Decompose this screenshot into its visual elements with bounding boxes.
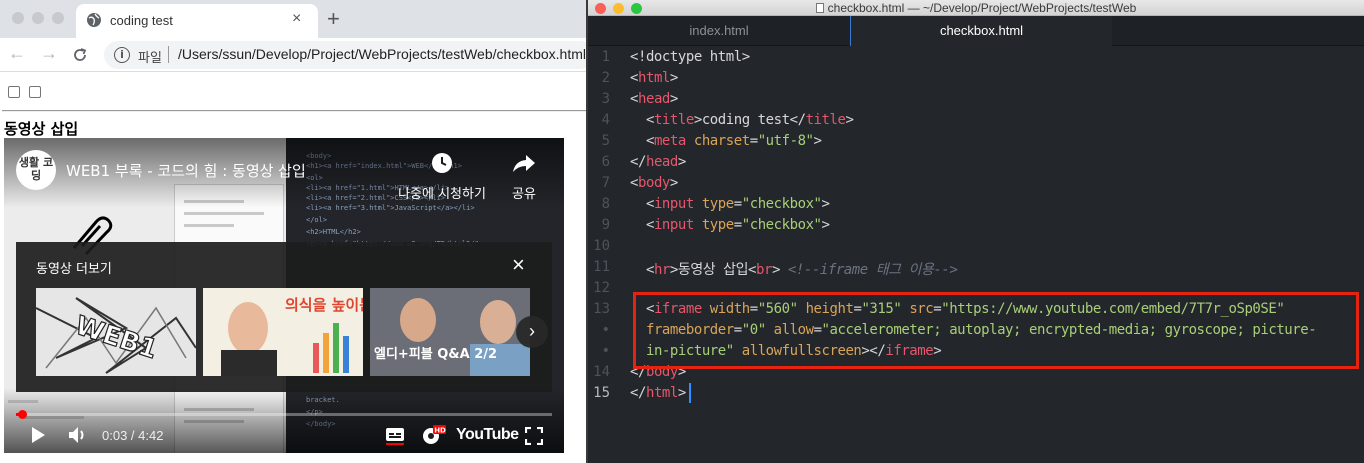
share-label: 공유 (512, 187, 536, 202)
video-title[interactable]: WEB1 부록 - 코드의 힘 : 동영상 삽입 (66, 160, 306, 181)
code-line-9: <input type="checkbox"> (630, 217, 830, 233)
page-heading: 동영상 삽입 (4, 120, 79, 138)
window-minimize-light[interactable] (32, 12, 44, 24)
settings-gear-icon[interactable]: HD (421, 424, 447, 446)
line-number: 5 (601, 133, 610, 149)
tab-close-icon[interactable]: × (292, 10, 301, 28)
url-scheme-label: 파일 (138, 50, 162, 65)
horizontal-rule (2, 110, 586, 112)
suggested-video-thumb-2[interactable]: 의식을 높이는법 (203, 288, 363, 376)
progress-scrubber[interactable] (17, 410, 27, 419)
line-number: 3 (601, 91, 610, 107)
code-line-11: <hr>동영상 삽입<br> <!--iframe 태그 이용--> (630, 262, 958, 278)
highlight-box-iframe (633, 292, 1359, 369)
code-editor-window: checkbox.html — ~/Develop/Project/WebPro… (588, 0, 1364, 463)
hd-badge: HD (434, 427, 446, 435)
line-number: 8 (601, 196, 610, 212)
code-line-1: <!doctype html> (630, 49, 750, 65)
suggested-video-thumb-1[interactable]: WEB1 (36, 288, 196, 376)
editor-title-bar: checkbox.html — ~/Develop/Project/WebPro… (588, 0, 1364, 16)
tab-title: coding test (110, 13, 173, 28)
watch-later-label: 나중에 시청하기 (398, 187, 486, 202)
checkbox-2[interactable] (29, 86, 41, 98)
code-area[interactable]: <!doctype html> <html> <head> <title>cod… (630, 46, 1364, 463)
clock-icon (432, 153, 452, 173)
share-button[interactable]: 공유 (504, 152, 544, 202)
back-button[interactable]: ← (8, 43, 26, 64)
suggested-video-thumb-3[interactable]: 엘디+피블 Q&A 2/2 (370, 288, 530, 376)
thumb-2-text: 의식을 높이는법 (285, 296, 363, 314)
line-number: 11 (593, 259, 610, 275)
forward-button[interactable]: → (40, 43, 58, 64)
document-icon (815, 3, 824, 13)
new-tab-button[interactable]: + (327, 6, 340, 32)
play-icon[interactable] (30, 426, 46, 444)
thumb-3-text: 엘디+피블 Q&A 2/2 (374, 346, 497, 362)
watch-later-button[interactable]: 나중에 시청하기 (394, 152, 490, 202)
more-videos-panel: 동영상 더보기 × WEB1 의식을 높이는법 (16, 242, 552, 392)
thumb-3-art: 엘디+피블 Q&A 2/2 (374, 298, 530, 376)
line-number: 6 (601, 154, 610, 170)
more-videos-title: 동영상 더보기 (36, 262, 112, 277)
line-number: 1 (601, 49, 610, 65)
line-number: 14 (593, 364, 610, 380)
next-videos-arrow[interactable]: › (516, 316, 548, 348)
globe-icon (87, 13, 101, 27)
browser-window: coding test × + ← → i 파일 /Users/ssun/Dev… (0, 0, 586, 463)
line-number: 4 (601, 112, 610, 128)
line-number: 2 (601, 70, 610, 86)
progress-bar[interactable] (16, 410, 552, 419)
window-zoom-light[interactable] (52, 12, 64, 24)
editor-tab-bar: index.html checkbox.html (588, 16, 1364, 46)
code-line-7: <body> (630, 175, 678, 191)
text-cursor (689, 383, 691, 403)
tab-index-html[interactable]: index.html (588, 16, 850, 46)
youtube-embed[interactable]: <body> <h1><a href="index.html">WEB</a><… (4, 138, 564, 453)
browser-toolbar: ← → i 파일 /Users/ssun/Develop/Project/Web… (0, 38, 586, 72)
code-line-2: <html> (630, 70, 678, 86)
line-number: 13 (593, 301, 610, 317)
panel-close-icon[interactable]: × (512, 252, 525, 278)
line-number: 12 (593, 280, 610, 296)
share-icon (513, 155, 535, 172)
fullscreen-icon[interactable] (525, 427, 543, 445)
window-title-text: checkbox.html — ~/Develop/Project/WebPro… (827, 1, 1137, 15)
line-number: 10 (593, 238, 610, 254)
checkbox-1[interactable] (8, 86, 20, 98)
line-number-gutter: 1 2 3 4 5 6 7 8 9 10 11 12 13 • • 14 15 (588, 46, 618, 463)
thumb-1-art: WEB1 (36, 297, 196, 374)
line-number: • (601, 322, 610, 338)
code-line-15: </html> (630, 385, 686, 401)
subtitles-icon[interactable] (385, 427, 405, 445)
channel-avatar[interactable]: 생활 코딩 (16, 150, 56, 190)
line-number: • (601, 343, 610, 359)
youtube-logo[interactable]: YouTube (456, 426, 519, 444)
time-display: 0:03 / 4:42 (102, 428, 164, 443)
code-line-3: <head> (630, 91, 678, 107)
thumb-2-art: 의식을 높이는법 (221, 296, 363, 376)
browser-tab[interactable]: coding test × (76, 4, 318, 38)
window-close-light[interactable] (12, 12, 24, 24)
reload-icon[interactable] (72, 47, 88, 63)
line-number: 9 (601, 217, 610, 233)
address-bar[interactable]: i 파일 /Users/ssun/Develop/Project/WebProj… (104, 41, 586, 69)
line-number: 15 (593, 385, 610, 401)
tab-checkbox-html[interactable]: checkbox.html (850, 16, 1112, 46)
address-separator (168, 46, 169, 63)
line-number: 7 (601, 175, 610, 191)
url-text[interactable]: /Users/ssun/Develop/Project/WebProjects/… (178, 46, 586, 62)
volume-icon[interactable] (68, 426, 90, 444)
code-line-5: <meta charset="utf-8"> (630, 133, 822, 149)
code-line-8: <input type="checkbox"> (630, 196, 830, 212)
code-line-6: </head> (630, 154, 686, 170)
site-info-icon[interactable]: i (114, 47, 130, 63)
browser-tab-strip: coding test × + (0, 0, 586, 38)
code-line-4: <title>coding test</title> (630, 112, 854, 128)
editor-window-title: checkbox.html — ~/Develop/Project/WebPro… (588, 1, 1364, 15)
